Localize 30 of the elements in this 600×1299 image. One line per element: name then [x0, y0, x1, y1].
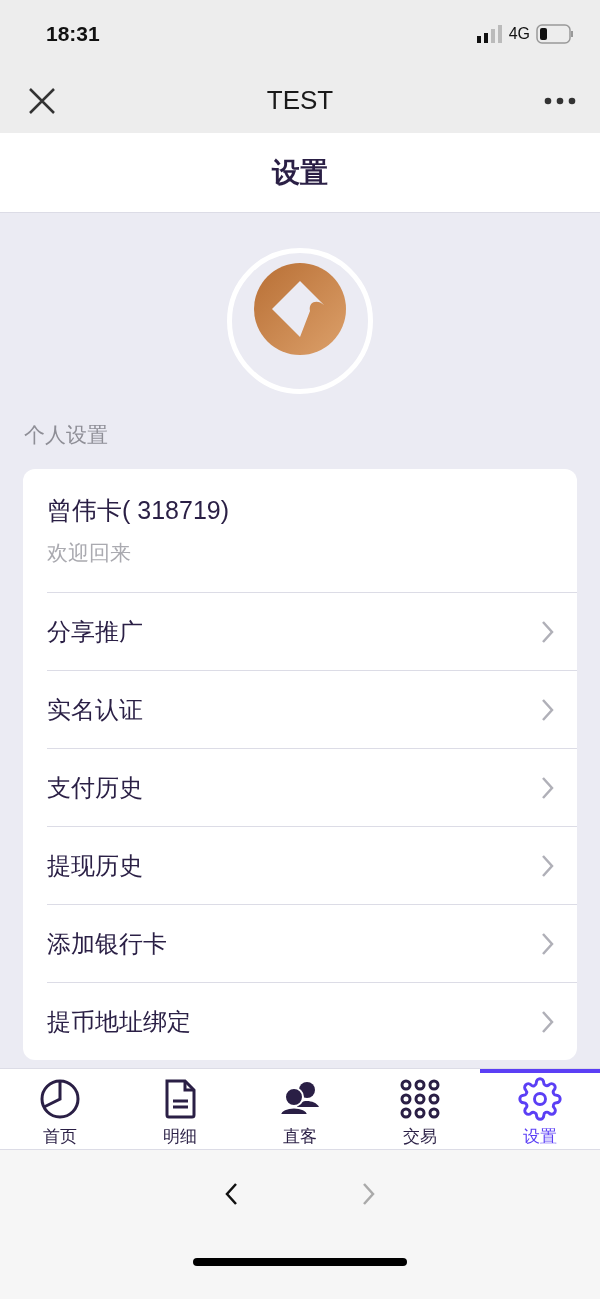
menu-item[interactable]: 提币地址绑定 — [47, 983, 577, 1060]
more-button[interactable] — [544, 96, 576, 105]
tab[interactable]: 首页 — [0, 1069, 120, 1149]
menu-label: 提现历史 — [47, 850, 143, 881]
user-name: 曾伟卡( 318719) — [47, 495, 231, 526]
grid-icon — [398, 1077, 442, 1121]
menu-item[interactable]: 提现历史 — [47, 827, 577, 905]
menu-label: 添加银行卡 — [47, 928, 167, 959]
page-title: 设置 — [272, 155, 328, 190]
menu-label: 实名认证 — [47, 694, 143, 725]
pie-chart-icon — [38, 1077, 82, 1121]
settings-icon — [518, 1077, 562, 1121]
menu-label: 分享推广 — [47, 616, 143, 647]
battery-icon — [536, 24, 574, 44]
menu-item[interactable]: 分享推广 — [47, 593, 577, 671]
nav-title: TEST — [266, 85, 334, 116]
section-title: 个人设置 — [24, 422, 109, 448]
network-label: 4G — [508, 25, 530, 43]
tab[interactable]: 交易 — [360, 1069, 480, 1149]
menu-label: 提币地址绑定 — [47, 1006, 191, 1037]
menu-item[interactable]: 添加银行卡 — [47, 905, 577, 983]
menu-item[interactable]: 实名认证 — [47, 671, 577, 749]
tab[interactable]: 直客 — [240, 1069, 360, 1149]
tab[interactable]: 明细 — [120, 1069, 240, 1149]
welcome-text: 欢迎回来 — [47, 540, 132, 566]
signal-icon — [476, 25, 503, 43]
menu-item[interactable]: 支付历史 — [47, 749, 577, 827]
status-time: 18:31 — [46, 22, 100, 46]
menu-label: 支付历史 — [47, 772, 143, 803]
close-button[interactable] — [28, 86, 56, 115]
